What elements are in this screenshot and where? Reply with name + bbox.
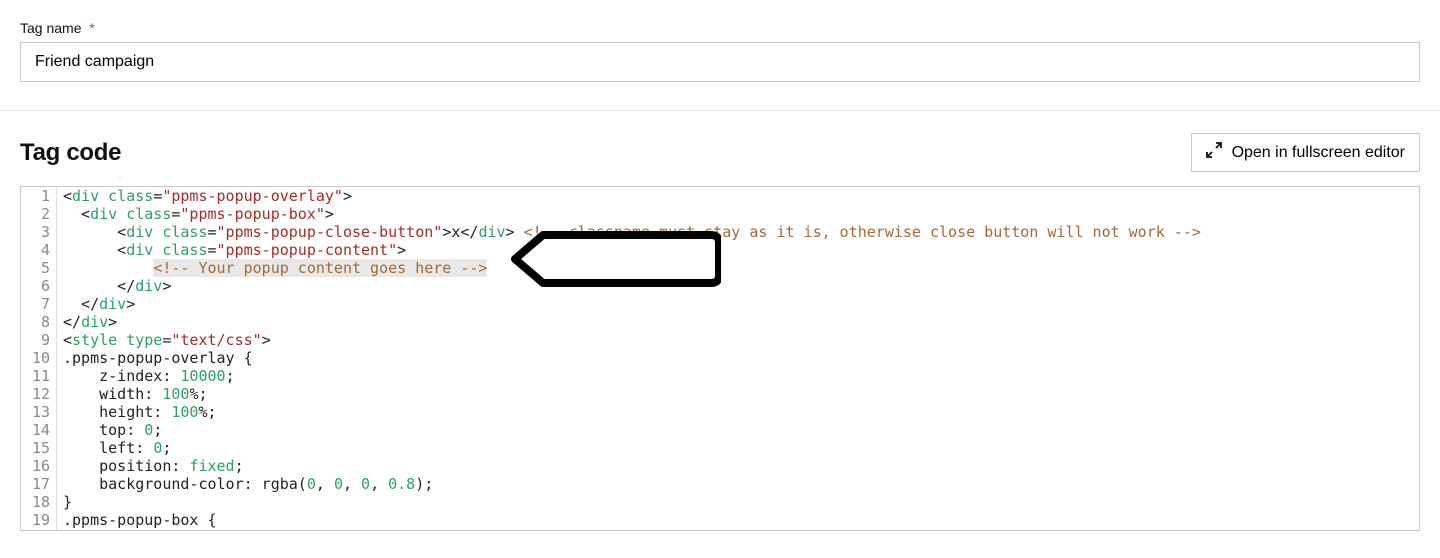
code-line[interactable]: </div> <box>63 295 1419 313</box>
line-number: 3 <box>21 223 50 241</box>
tag-name-label-text: Tag name <box>20 20 81 36</box>
line-number: 17 <box>21 475 50 493</box>
line-number: 16 <box>21 457 50 475</box>
code-line[interactable]: left: 0; <box>63 439 1419 457</box>
code-line[interactable]: position: fixed; <box>63 457 1419 475</box>
open-fullscreen-button[interactable]: Open in fullscreen editor <box>1191 133 1420 172</box>
code-content-area[interactable]: <div class="ppms-popup-overlay"> <div cl… <box>57 187 1419 530</box>
code-line[interactable]: </div> <box>63 313 1419 331</box>
line-number: 19 <box>21 511 50 529</box>
tag-code-header-row: Tag code Open in fullscreen editor <box>20 133 1420 172</box>
code-line[interactable]: height: 100%; <box>63 403 1419 421</box>
code-line[interactable]: .ppms-popup-box { <box>63 511 1419 529</box>
code-line[interactable]: background-color: rgba(0, 0, 0, 0.8); <box>63 475 1419 493</box>
line-number: 10 <box>21 349 50 367</box>
code-line[interactable]: <div class="ppms-popup-overlay"> <box>63 187 1419 205</box>
line-number: 15 <box>21 439 50 457</box>
line-number: 13 <box>21 403 50 421</box>
line-number: 11 <box>21 367 50 385</box>
code-line[interactable]: z-index: 10000; <box>63 367 1419 385</box>
code-editor[interactable]: 12345678910111213141516171819 <div class… <box>20 186 1420 531</box>
line-number: 4 <box>21 241 50 259</box>
code-line[interactable]: width: 100%; <box>63 385 1419 403</box>
tag-name-label: Tag name * <box>20 20 1420 36</box>
form-region: Tag name * Tag code Open in fullscreen e… <box>0 0 1440 531</box>
code-line[interactable]: <!-- Your popup content goes here --> <box>63 259 1419 277</box>
code-line[interactable]: .ppms-popup-overlay { <box>63 349 1419 367</box>
section-divider <box>0 110 1440 111</box>
code-line[interactable]: <div class="ppms-popup-content"> <box>63 241 1419 259</box>
tag-name-field[interactable] <box>20 42 1420 82</box>
line-number: 5 <box>21 259 50 277</box>
tag-code-title: Tag code <box>20 139 121 167</box>
code-line[interactable]: <style type="text/css"> <box>63 331 1419 349</box>
code-line[interactable]: top: 0; <box>63 421 1419 439</box>
line-number: 6 <box>21 277 50 295</box>
code-line[interactable]: <div class="ppms-popup-box"> <box>63 205 1419 223</box>
line-number: 12 <box>21 385 50 403</box>
open-fullscreen-label: Open in fullscreen editor <box>1232 144 1405 162</box>
code-line[interactable]: } <box>63 493 1419 511</box>
line-number: 2 <box>21 205 50 223</box>
expand-icon <box>1206 142 1222 163</box>
line-number: 8 <box>21 313 50 331</box>
line-number: 1 <box>21 187 50 205</box>
code-line[interactable]: <div class="ppms-popup-close-button">x</… <box>63 223 1419 241</box>
line-number: 18 <box>21 493 50 511</box>
code-line[interactable]: </div> <box>63 277 1419 295</box>
line-number-gutter: 12345678910111213141516171819 <box>21 187 57 530</box>
line-number: 9 <box>21 331 50 349</box>
line-number: 7 <box>21 295 50 313</box>
required-asterisk: * <box>89 20 94 36</box>
line-number: 14 <box>21 421 50 439</box>
